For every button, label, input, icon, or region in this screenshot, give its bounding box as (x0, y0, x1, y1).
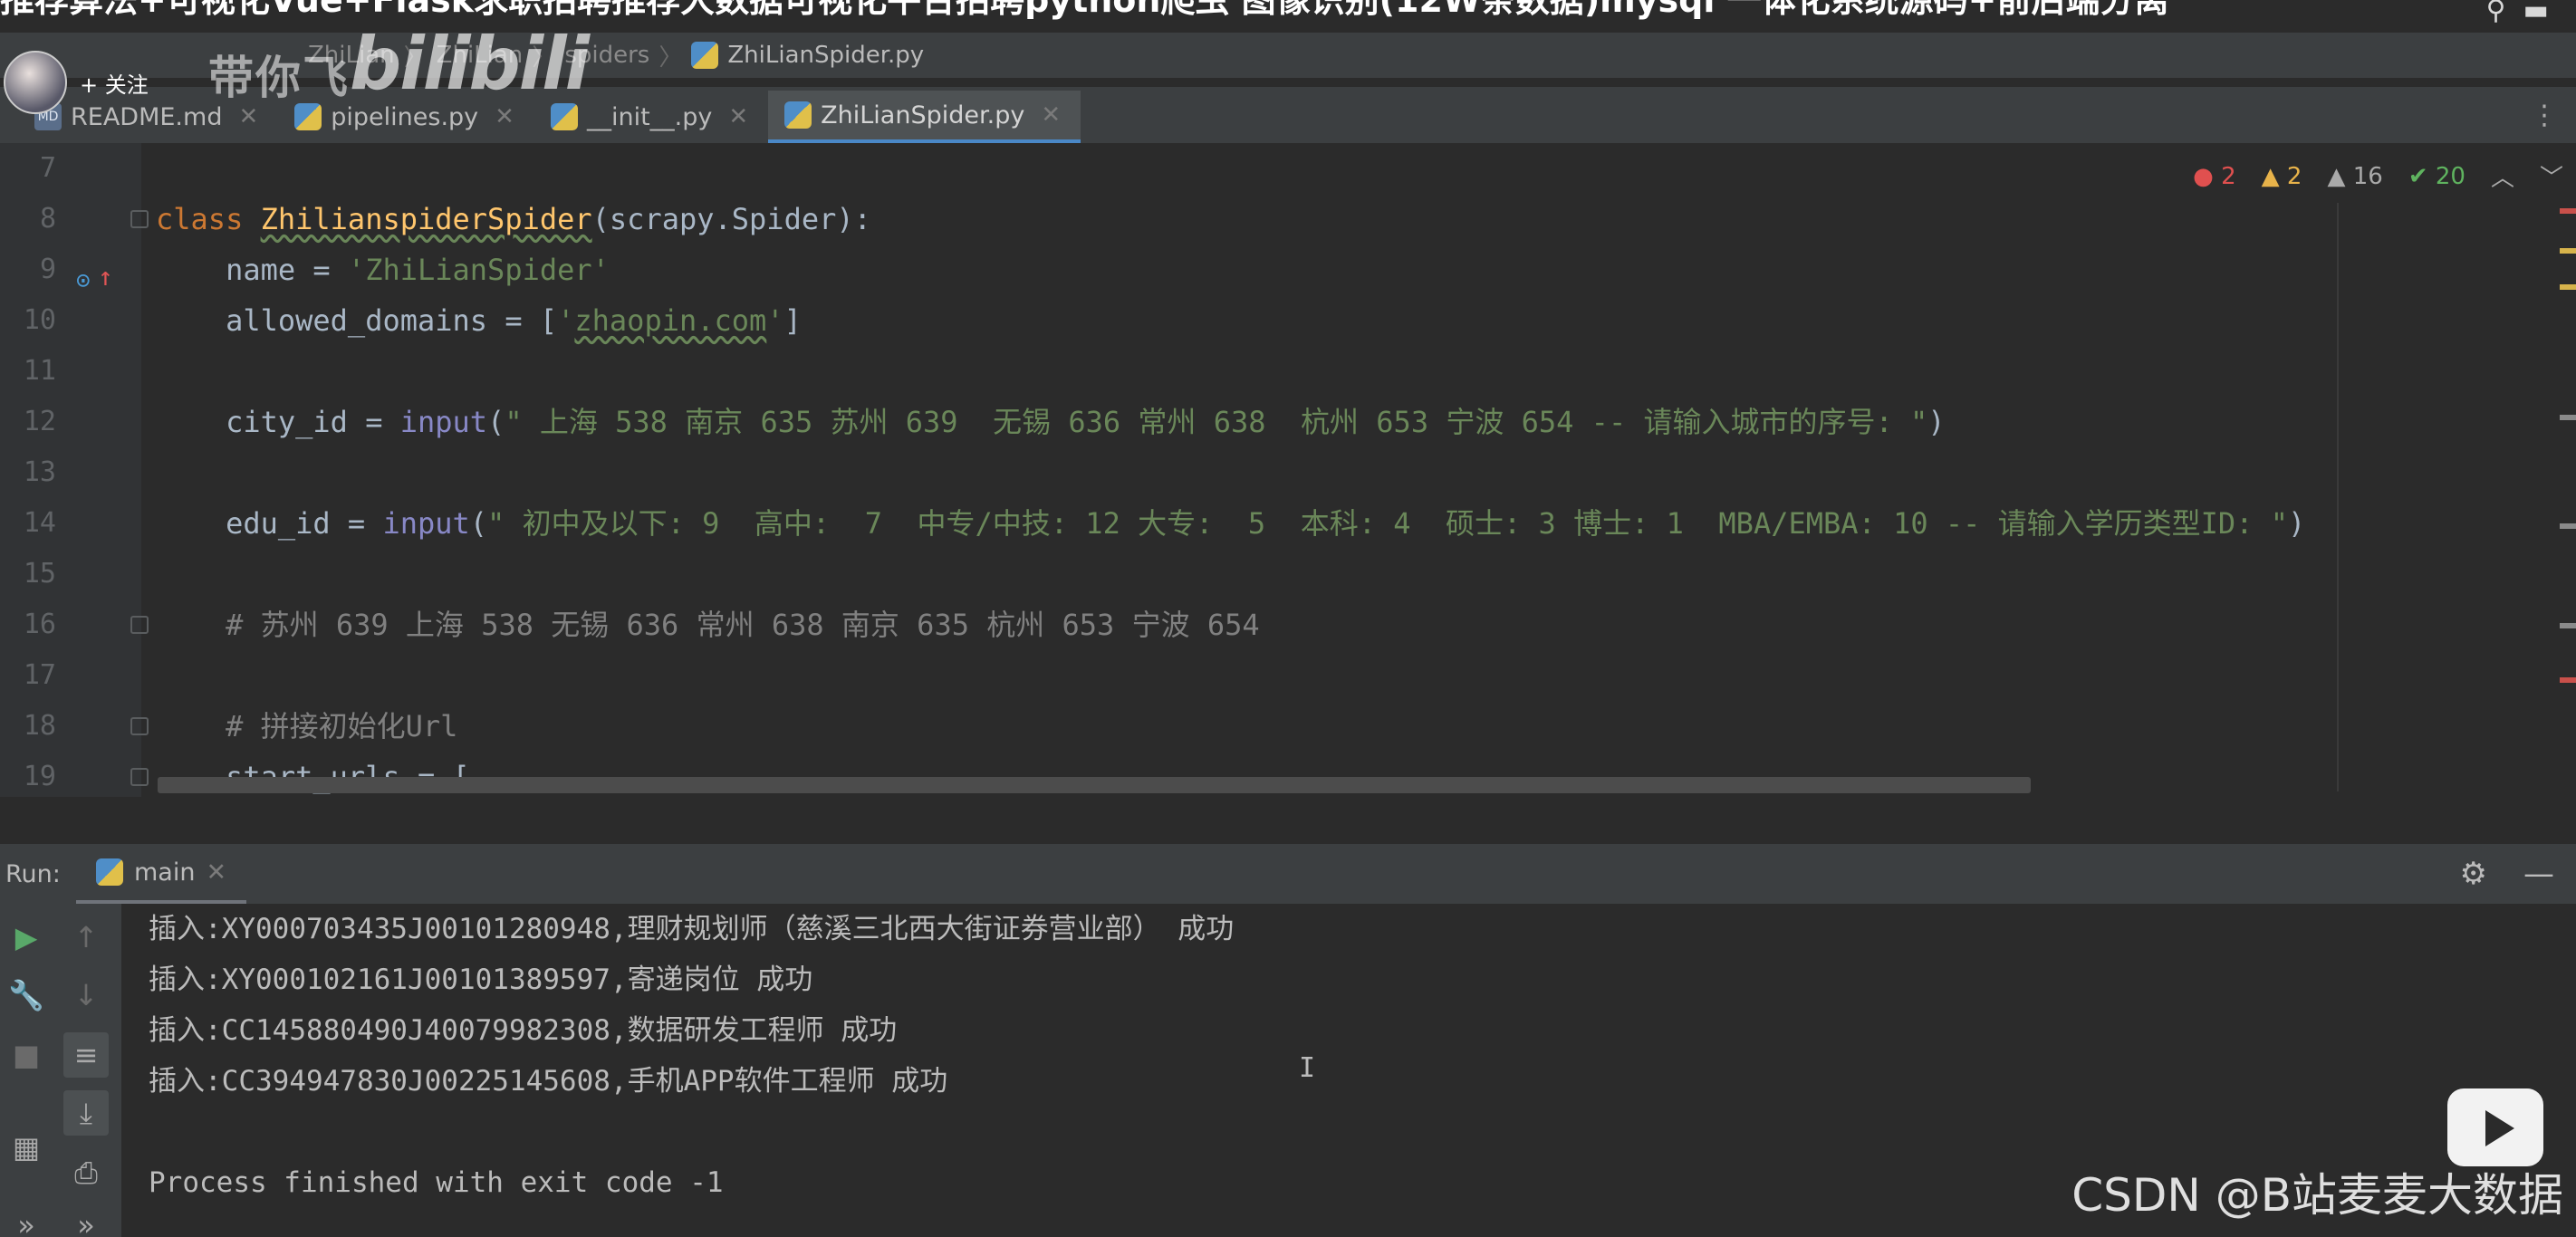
search-icon[interactable]: ⚲ (2486, 0, 2506, 26)
soft-wrap-icon[interactable]: ≡ (63, 1032, 109, 1078)
top-right-icons: ⚲ ▬ (2486, 0, 2549, 26)
run-panel-tools: ⚙ — (2460, 856, 2554, 892)
code-comment: # 苏州 639 上海 538 无锡 636 常州 638 南京 635 杭州 … (156, 608, 1260, 642)
bilibili-tv-icon[interactable] (2447, 1088, 2543, 1166)
run-panel-header: Run: main ✕ ⚙ — (0, 844, 2576, 904)
run-toolbar: ▶ ↑ 🔧 ↓ ■ ≡ ⤓ ▦ ⎙ » » (0, 904, 121, 1237)
code-text: name = 'ZhiLianSpider' (156, 253, 610, 287)
breadcrumb-file-label: ZhiLianSpider.py (727, 42, 925, 69)
code-line: 13 (0, 447, 2576, 498)
tab-label: pipelines.py (331, 102, 479, 131)
code-line: 17 (0, 650, 2576, 701)
code-line: 16 # 苏州 639 上海 538 无锡 636 常州 638 南京 635 … (0, 599, 2576, 650)
run-tab-main[interactable]: main ✕ (76, 844, 247, 904)
tab-label: README.md (71, 102, 223, 131)
tab-label: __init__.py (586, 102, 713, 131)
tab-zhilianspider[interactable]: ZhiLianSpider.py ✕ (768, 91, 1081, 143)
line-number: 7 (39, 152, 56, 184)
code-line: 14 edu_id = input(" 初中及以下: 9 高中: 7 中专/中技… (0, 498, 2576, 549)
wrench-icon[interactable]: 🔧 (4, 973, 49, 1018)
arrow-up-icon[interactable]: ↑ (63, 915, 109, 960)
python-file-icon (691, 42, 719, 69)
gear-icon[interactable]: ⚙ (2460, 856, 2487, 892)
tab-label: ZhiLianSpider.py (821, 101, 1025, 129)
fold-icon[interactable] (130, 768, 149, 786)
line-number: 11 (23, 355, 56, 387)
close-icon[interactable]: ✕ (495, 103, 514, 130)
warning-stripe-mark[interactable] (2560, 248, 2576, 254)
line-number: 9 (39, 254, 56, 285)
follow-button[interactable]: + 关注 (80, 67, 149, 99)
breadcrumb-separator-icon: 〉 (658, 43, 683, 72)
code-comment: # 拼接初始化Url (156, 709, 458, 743)
line-number: 10 (23, 304, 56, 336)
scroll-to-end-icon[interactable]: ⤓ (63, 1090, 109, 1136)
watermark: CSDN @B站麦麦大数据 (2071, 1169, 2563, 1222)
console-line: 插入:CC394947830J00225145608,手机APP软件工程师 成功 (149, 1065, 948, 1098)
arrow-down-icon[interactable]: ↓ (63, 973, 109, 1018)
fold-icon[interactable] (130, 210, 149, 228)
weak-stripe-mark[interactable] (2560, 623, 2576, 628)
fold-icon[interactable] (130, 717, 149, 735)
line-number: 19 (23, 761, 56, 792)
print-icon[interactable]: ⎙ (63, 1150, 109, 1195)
code-line: 11 (0, 346, 2576, 397)
stop-icon[interactable]: ■ (4, 1032, 49, 1078)
line-number: 8 (39, 203, 56, 235)
code-line: 15 (0, 549, 2576, 599)
code-text: city_id = input(" 上海 538 南京 635 苏州 639 无… (156, 405, 1946, 439)
chevron-double-icon[interactable]: » (4, 1203, 49, 1237)
code-line: 8 class ZhilianspiderSpider(scrapy.Spide… (0, 194, 2576, 245)
python-file-icon (550, 103, 578, 130)
line-number: 14 (23, 507, 56, 539)
code-line: 10 allowed_domains = ['zhaopin.com'] (0, 295, 2576, 346)
line-number: 15 (23, 558, 56, 590)
code-text: class ZhilianspiderSpider(scrapy.Spider)… (156, 202, 871, 236)
avatar[interactable] (4, 51, 67, 114)
chevron-double-icon[interactable]: » (63, 1203, 109, 1237)
rerun-icon[interactable]: ▶ (4, 915, 49, 960)
weak-stripe-mark[interactable] (2560, 415, 2576, 420)
horizontal-scrollbar[interactable] (158, 777, 2031, 793)
line-number: 16 (23, 609, 56, 640)
minimize-icon[interactable]: — (2523, 856, 2554, 892)
code-line: 18 # 拼接初始化Url (0, 701, 2576, 752)
close-icon[interactable]: ✕ (238, 103, 258, 130)
text-cursor-icon: I (1299, 1052, 1316, 1084)
code-line: 7 (0, 143, 2576, 194)
close-icon[interactable]: ✕ (206, 858, 226, 887)
python-icon (96, 858, 123, 886)
console-line: 插入:XY000102161J00101389597,寄递岗位 成功 (149, 964, 813, 996)
line-number: 18 (23, 710, 56, 742)
close-icon[interactable]: ✕ (728, 103, 748, 130)
line-number: 12 (23, 406, 56, 437)
breadcrumb-file[interactable]: ZhiLianSpider.py (682, 42, 933, 69)
code-line: 9 ⊙ ↑ name = 'ZhiLianSpider' (0, 245, 2576, 295)
weak-stripe-mark[interactable] (2560, 523, 2576, 529)
layout-icon[interactable]: ▦ (4, 1125, 49, 1170)
uploader-name: 带你飞 (208, 52, 350, 104)
code-text: allowed_domains = ['zhaopin.com'] (156, 303, 802, 338)
warning-stripe-mark[interactable] (2560, 284, 2576, 290)
python-file-icon (784, 101, 812, 129)
line-number: 13 (23, 456, 56, 488)
run-tab-label: main (134, 858, 196, 887)
close-icon[interactable]: ✕ (1041, 101, 1061, 129)
ide-window: 推荐算法+可视化Vue+Flask求职招聘推荐大数据可视化平台招聘python爬… (0, 0, 2576, 1237)
fold-icon[interactable] (130, 616, 149, 634)
code-editor[interactable]: ● 2 ▲ 2 ▲ 16 ✔ 20 ︿ ﹀ 7 8 class Zhilians… (0, 143, 2576, 797)
error-stripe-mark[interactable] (2560, 677, 2576, 683)
code-text: edu_id = input(" 初中及以下: 9 高中: 7 中专/中技: 1… (156, 506, 2306, 541)
panel-icon[interactable]: ▬ (2523, 0, 2549, 26)
error-stripe-mark[interactable] (2560, 208, 2576, 214)
console-line: 插入:CC145880490J40079982308,数据研发工程师 成功 (149, 1014, 898, 1047)
line-number: 17 (23, 659, 56, 691)
console-line: Process finished with exit code -1 (149, 1166, 724, 1199)
more-vertical-icon[interactable]: ⋮ (2531, 100, 2558, 131)
console-line: 插入:XY000703435J00101280948,理财规划师（慈溪三北西大街… (149, 913, 1235, 945)
bilibili-logo: bilibili (350, 22, 590, 106)
code-line: 12 city_id = input(" 上海 538 南京 635 苏州 63… (0, 397, 2576, 447)
python-file-icon (294, 103, 322, 130)
run-label: Run: (5, 859, 61, 888)
